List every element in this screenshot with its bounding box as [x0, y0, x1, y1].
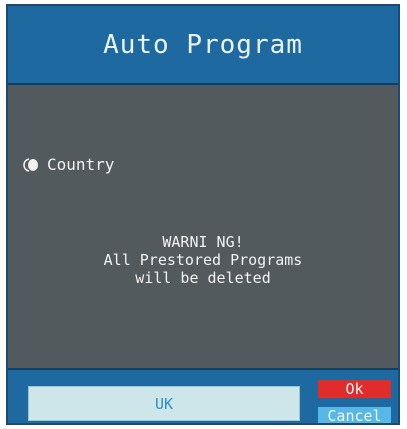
warning-title: WARNI NG! — [162, 233, 244, 251]
cancel-button[interactable]: Cancel — [318, 407, 391, 423]
warning-line: will be deleted — [135, 269, 271, 287]
country-value-select[interactable]: UK — [28, 386, 300, 421]
radio-bullet-icon — [23, 157, 39, 172]
warning-message: WARNI NG! All Prestored Programs will be… — [8, 233, 398, 287]
dialog-footer: UK Ok Cancel — [8, 368, 398, 423]
country-row[interactable]: Country — [23, 155, 114, 174]
country-label: Country — [47, 155, 115, 174]
warning-line: All Prestored Programs — [103, 251, 303, 269]
screen: Auto Program Country WARNI NG! All Prest… — [0, 0, 407, 429]
dialog-body: Country WARNI NG! All Prestored Programs… — [8, 85, 398, 368]
dialog-header: Auto Program — [8, 6, 398, 85]
ok-button[interactable]: Ok — [318, 380, 391, 398]
auto-program-dialog: Auto Program Country WARNI NG! All Prest… — [6, 4, 400, 425]
dialog-title: Auto Program — [103, 29, 303, 60]
